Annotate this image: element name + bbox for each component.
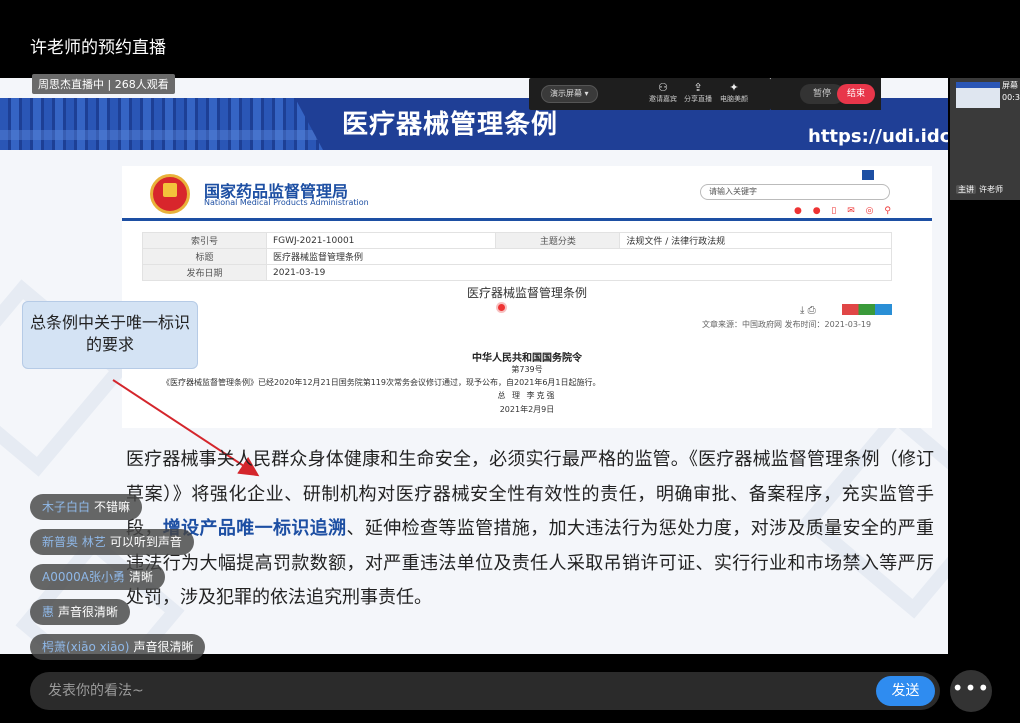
chat-text: 不错嘛 — [94, 500, 131, 514]
chat-message: 木子白白 不错嘛 — [30, 494, 143, 520]
slide-paragraph: 医疗器械事关人民群众身体健康和生命安全，必须实行最严格的监管。《医疗器械监督管理… — [126, 443, 934, 616]
thumbnail-label: 屏幕 — [1002, 81, 1018, 90]
thumbnail-tag: 屏幕 00:3 — [1002, 80, 1020, 104]
tool-label: 电脑美颜 — [720, 95, 748, 103]
share-icons — [842, 304, 892, 315]
chat-message: 枵萧(xiāo xiāo) 声音很清晰 — [30, 634, 206, 660]
doc-title: 医疗器械监督管理条例 — [466, 286, 587, 300]
download-print-icons: ⤓ ⎙ — [800, 305, 816, 316]
meta-key: 主题分类 — [495, 232, 621, 249]
meta-key: 索引号 — [142, 232, 267, 249]
chat-text: 声音很清晰 — [133, 640, 194, 654]
comment-input[interactable] — [30, 672, 940, 710]
social-icons: ● ● ▯ ✉ ◎ ⚲ — [794, 206, 895, 216]
role-badge: 主讲 — [956, 185, 976, 194]
slide-callout: 总条例中关于唯一标识的要求 — [22, 301, 198, 369]
order-signature: 总 理 李克强 — [497, 391, 557, 400]
language-switch-icon — [862, 170, 874, 180]
presenter-label: 主讲 许老师 — [956, 184, 1003, 195]
web-search-box: 请输入关键字 — [700, 184, 890, 200]
national-emblem-icon — [150, 174, 190, 214]
order-title: 中华人民共和国国务院令 — [472, 353, 582, 364]
chat-message: 惠声音很清晰 — [30, 599, 131, 625]
thumbnail-timer: 00:3 — [1002, 93, 1020, 102]
web-header-line — [122, 218, 932, 221]
presenter-thumbnail[interactable]: 屏幕 00:3 主讲 许老师 — [950, 78, 1020, 200]
screen-preview — [956, 82, 1000, 108]
doc-meta-table: 索引号 FGWJ-2021-10001 主题分类 法规文件 / 法律行政法规 标… — [142, 232, 892, 281]
chat-user: 枵萧(xiāo xiāo) — [42, 640, 130, 654]
order-date: 2021年2月9日 — [499, 405, 555, 414]
live-stream-app: 许老师的预约直播 医疗器械管理条例 https://udi.idco 国家药品监… — [0, 0, 1020, 723]
tool-label: 分享直播 — [684, 95, 712, 103]
user-plus-icon: ⚇ — [658, 81, 668, 94]
present-screen-button[interactable]: 演示屏幕 ▾ — [541, 85, 598, 103]
chat-user: 木子白白 — [42, 500, 91, 514]
slide-title: 医疗器械管理条例 — [342, 110, 559, 140]
end-live-button[interactable]: 结束 — [837, 84, 875, 104]
chat-user: 惠 — [42, 605, 55, 619]
video-thumbnail-panel: 屏幕 00:3 主讲 许老师 — [948, 78, 1020, 654]
share-icon: ⇪ — [693, 81, 703, 94]
order-body: 《医疗器械监督管理条例》已经2020年12月21日国务院第119次常务会议修订通… — [162, 378, 601, 387]
chat-message: 新普奥 林艺 可以听到声音 — [30, 529, 194, 555]
more-options-button[interactable]: ••• — [950, 670, 992, 712]
chat-user: A0000A张小勇 — [42, 570, 125, 584]
chat-text: 可以听到声音 — [109, 535, 182, 549]
host-toolbar: 演示屏幕 ▾ ⚇ 邀请嘉宾 ⇪ 分享直播 ✦ 电脑美颜 — [529, 78, 771, 110]
invite-guest-button[interactable]: ⚇ 邀请嘉宾 — [645, 81, 681, 104]
sparkle-icon: ✦ — [729, 81, 739, 94]
share-live-button[interactable]: ⇪ 分享直播 — [680, 81, 716, 104]
table-row: 索引号 FGWJ-2021-10001 主题分类 法规文件 / 法律行政法规 — [142, 232, 892, 249]
send-button[interactable]: 发送 — [876, 676, 935, 706]
top-bar: 许老师的预约直播 — [0, 0, 1020, 78]
chat-text: 清晰 — [128, 570, 153, 584]
table-row: 标题 医疗器械监督管理条例 — [142, 248, 892, 265]
live-status-badge: 周思杰直播中 | 268人观看 — [32, 74, 175, 94]
presenter-name: 许老师 — [979, 185, 1003, 194]
meta-value: FGWJ-2021-10001 — [265, 232, 497, 249]
meta-value: 2021-03-19 — [266, 264, 892, 281]
laser-pointer-icon — [498, 304, 505, 311]
doc-source: 文章来源：中国政府网 发布时间：2021-03-19 — [702, 320, 872, 329]
order-number: 第739号 — [511, 365, 543, 374]
beauty-button[interactable]: ✦ 电脑美颜 — [716, 81, 752, 104]
chat-text: 声音很清晰 — [58, 605, 119, 619]
meta-key: 发布日期 — [142, 264, 267, 281]
agency-name-en: National Medical Products Administration — [204, 198, 369, 207]
webpage-screenshot: 国家药品监督管理局 National Medical Products Admi… — [122, 166, 932, 428]
slide-url: https://udi.idco — [808, 126, 948, 147]
room-title: 许老师的预约直播 — [30, 38, 166, 58]
meta-value: 医疗器械监督管理条例 — [266, 248, 892, 265]
table-row: 发布日期 2021-03-19 — [142, 264, 892, 281]
tool-label: 邀请嘉宾 — [649, 95, 677, 103]
chat-message: A0000A张小勇 清晰 — [30, 564, 165, 590]
meta-value: 法规文件 / 法律行政法规 — [619, 232, 892, 249]
meta-key: 标题 — [142, 248, 267, 265]
chat-user: 新普奥 林艺 — [42, 535, 106, 549]
